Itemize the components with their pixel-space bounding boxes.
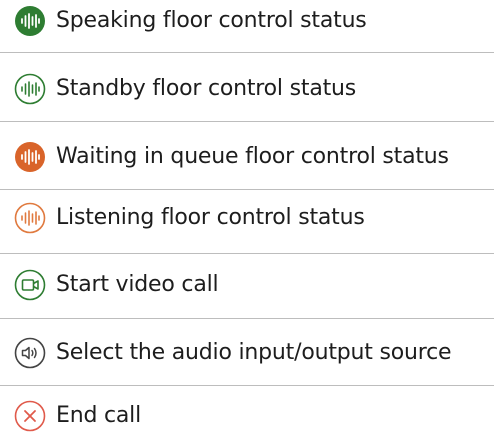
legend-item-waiting: Waiting in queue floor control status xyxy=(0,137,494,177)
legend-label: Select the audio input/output source xyxy=(56,340,452,365)
legend-item-listening: Listening floor control status xyxy=(0,198,494,238)
legend-item-video-call: Start video call xyxy=(0,265,494,305)
legend-item-end-call: End call xyxy=(0,396,494,436)
listening-floor-icon xyxy=(14,202,46,234)
legend-label: Standby floor control status xyxy=(56,76,357,101)
speaking-floor-icon xyxy=(14,5,46,37)
legend-label: Speaking floor control status xyxy=(56,8,367,33)
end-call-icon xyxy=(14,400,46,432)
divider xyxy=(0,189,494,190)
waiting-queue-floor-icon xyxy=(14,141,46,173)
legend-label: Waiting in queue floor control status xyxy=(56,144,449,169)
divider xyxy=(0,318,494,319)
legend-item-audio-source: Select the audio input/output source xyxy=(0,333,494,373)
divider xyxy=(0,385,494,386)
audio-source-icon xyxy=(14,337,46,369)
divider xyxy=(0,253,494,254)
legend-label: Start video call xyxy=(56,272,219,297)
legend-label: End call xyxy=(56,403,142,428)
legend-item-speaking: Speaking floor control status xyxy=(0,1,494,41)
divider xyxy=(0,121,494,122)
video-call-icon xyxy=(14,269,46,301)
divider xyxy=(0,52,494,53)
legend-item-standby: Standby floor control status xyxy=(0,69,494,109)
legend-label: Listening floor control status xyxy=(56,205,365,230)
standby-floor-icon xyxy=(14,73,46,105)
